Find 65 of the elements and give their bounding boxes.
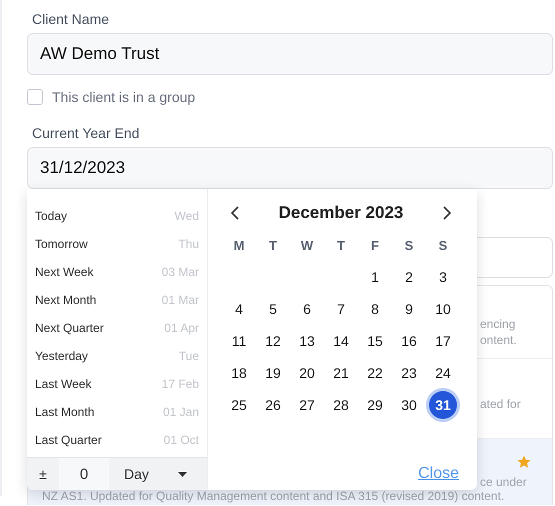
month-title: December 2023 [278,203,404,223]
unit-dropdown[interactable]: Day [109,458,207,490]
weekday-label: T [337,238,345,252]
calendar-day[interactable]: 2 [395,263,423,291]
calendar-day[interactable]: 18 [225,359,253,387]
shortcut-item[interactable]: Yesterday Tue [27,342,207,370]
calendar-day[interactable]: 20 [293,359,321,387]
calendar-day[interactable]: 31 [429,391,457,419]
calendar-day[interactable]: 13 [293,327,321,355]
checkbox-label: This client is in a group [52,89,196,105]
date-field[interactable]: 31/12/2023 [27,147,553,189]
shortcut-item[interactable]: Next Month 01 Mar [27,286,207,314]
weekday-label: T [269,238,277,252]
calendar-day[interactable]: 21 [327,359,355,387]
calendar-day[interactable]: 11 [225,327,253,355]
calendar-day[interactable]: 30 [395,391,423,419]
chevron-right-icon [442,206,451,220]
weekday-label: S [438,238,448,252]
calendar-day[interactable]: 26 [259,391,287,419]
calendar-day[interactable]: 14 [327,327,355,355]
calendar-day[interactable]: 6 [293,295,321,323]
calendar-day[interactable]: 3 [429,263,457,291]
weekday-label: F [371,238,379,252]
calendar-day[interactable]: 5 [259,295,287,323]
field-label: Client Name [32,10,110,28]
shortcut-item[interactable]: Today Wed [27,202,207,230]
calendar-day[interactable]: 27 [293,391,321,419]
shortcut-item[interactable]: Next Week 03 Mar [27,258,207,286]
calendar-day[interactable]: 23 [395,359,423,387]
weekday-label: M [234,238,244,252]
client-name-field[interactable]: AW Demo Trust [27,33,553,75]
calendar-day[interactable]: 12 [259,327,287,355]
amount-field[interactable]: 0 [59,458,109,490]
calendar-day[interactable]: 7 [327,295,355,323]
shortcut-item[interactable]: Next Quarter 01 Apr [27,314,207,342]
shortcut-item[interactable]: Last Week 17 Feb [27,370,207,398]
card-text: ontent. [480,332,518,348]
chevron-left-icon [231,206,239,220]
calendar-day[interactable]: 15 [361,327,389,355]
field-label: Current Year End [32,124,140,142]
calendar-day[interactable]: 4 [225,295,253,323]
calendar-day[interactable]: 25 [225,391,253,419]
shortcut-item[interactable]: Last Month 01 Jan [27,398,207,426]
calendar-day[interactable]: 10 [429,295,457,323]
card-text: ce under [480,475,528,489]
weekday-label: S [404,238,414,252]
calendar-day[interactable]: 24 [429,359,457,387]
calendar-day[interactable]: 1 [361,263,389,291]
calendar-day[interactable]: 17 [429,327,457,355]
calendar-day[interactable]: 28 [327,391,355,419]
sign-toggle[interactable]: ± [27,458,59,490]
shortcut-item[interactable]: Tomorrow Thu [27,230,207,258]
calendar-day[interactable]: 22 [361,359,389,387]
card-text: NZ AS1. Updated for Quality Management content and ISA 315 (revised 2019) content. [42,489,506,503]
calendar-day[interactable]: 9 [395,295,423,323]
calendar-day[interactable]: 29 [361,391,389,419]
card-text: encing [480,316,516,332]
calendar-day[interactable]: 8 [361,295,389,323]
caret-icon [178,472,187,476]
weekday-label: W [300,238,314,252]
calendar-day[interactable]: 16 [395,327,423,355]
card-text: ated for [480,396,522,412]
checkbox[interactable] [27,89,43,105]
shortcut-item[interactable]: Last Quarter 01 Oct [27,426,207,454]
calendar-day[interactable]: 19 [259,359,287,387]
